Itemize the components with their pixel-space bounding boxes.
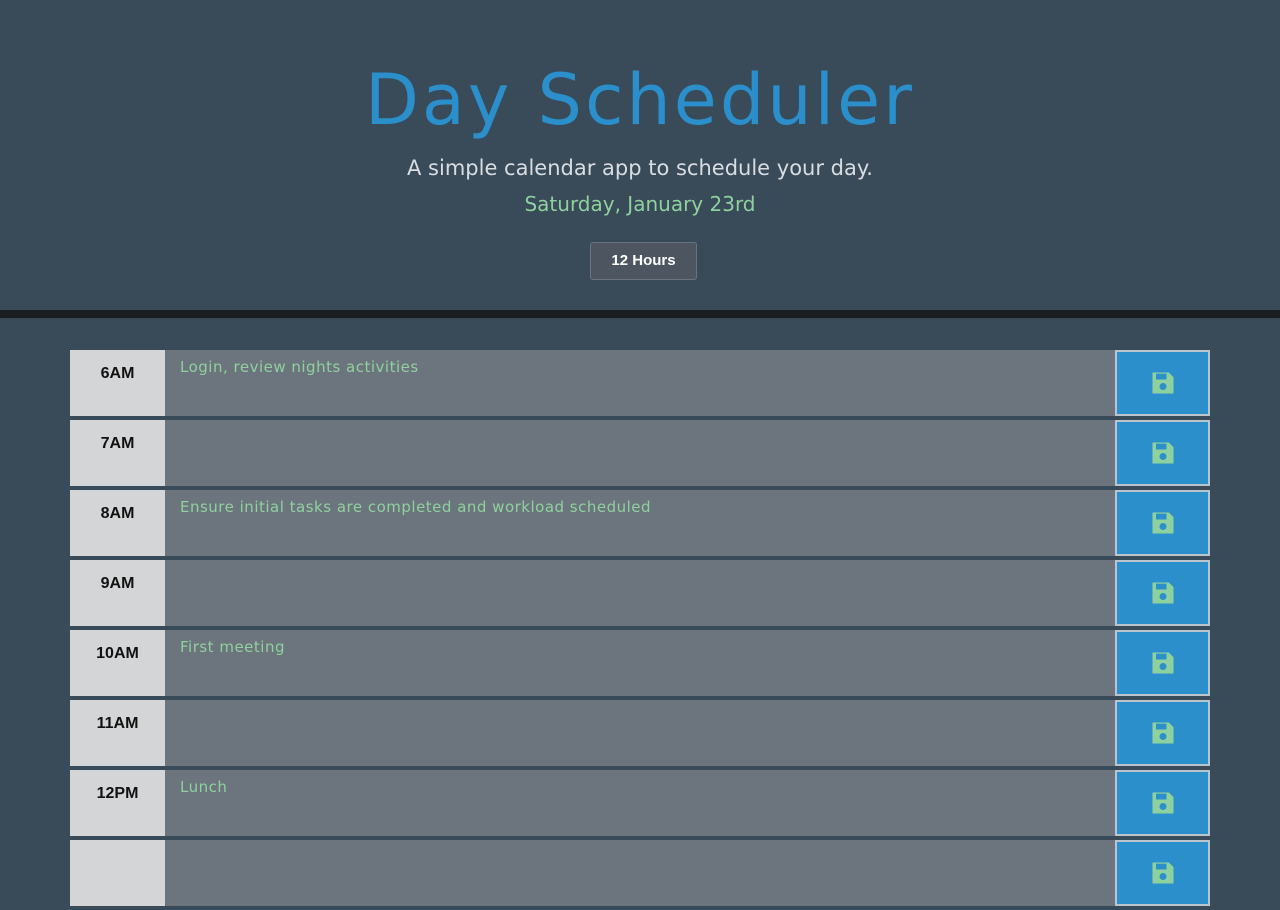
- save-button[interactable]: [1115, 840, 1210, 906]
- save-icon: [1149, 509, 1177, 537]
- save-icon: [1149, 859, 1177, 887]
- time-block: 10AM First meeting: [70, 630, 1210, 696]
- save-icon: [1149, 579, 1177, 607]
- task-textarea[interactable]: Ensure initial tasks are completed and w…: [165, 490, 1115, 556]
- save-icon: [1149, 439, 1177, 467]
- save-icon: [1149, 369, 1177, 397]
- hour-label: 11AM: [70, 700, 165, 766]
- hour-label: 7AM: [70, 420, 165, 486]
- time-block: 8AM Ensure initial tasks are completed a…: [70, 490, 1210, 556]
- task-textarea[interactable]: [165, 420, 1115, 486]
- task-textarea[interactable]: [165, 560, 1115, 626]
- time-block: 9AM: [70, 560, 1210, 626]
- save-button[interactable]: [1115, 770, 1210, 836]
- save-button[interactable]: [1115, 560, 1210, 626]
- save-icon: [1149, 719, 1177, 747]
- save-button[interactable]: [1115, 490, 1210, 556]
- save-button[interactable]: [1115, 700, 1210, 766]
- page-subtitle: A simple calendar app to schedule your d…: [407, 156, 873, 180]
- current-date: Saturday, January 23rd: [524, 192, 756, 216]
- save-icon: [1149, 649, 1177, 677]
- hour-format-toggle-button[interactable]: 12 Hours: [590, 242, 697, 280]
- task-textarea[interactable]: [165, 700, 1115, 766]
- hour-label: 10AM: [70, 630, 165, 696]
- hour-label: 12PM: [70, 770, 165, 836]
- save-icon: [1149, 789, 1177, 817]
- schedule-list: 6AM Login, review nights activities 7AM …: [70, 350, 1210, 910]
- save-button[interactable]: [1115, 420, 1210, 486]
- time-block: 12PM Lunch: [70, 770, 1210, 836]
- time-block: [70, 840, 1210, 906]
- header-divider: [0, 310, 1280, 318]
- save-button[interactable]: [1115, 350, 1210, 416]
- time-block: 11AM: [70, 700, 1210, 766]
- hour-label: 9AM: [70, 560, 165, 626]
- page-title: Day Scheduler: [365, 59, 915, 141]
- hour-label: 6AM: [70, 350, 165, 416]
- task-textarea[interactable]: First meeting: [165, 630, 1115, 696]
- hour-label: [70, 840, 165, 906]
- task-textarea[interactable]: Login, review nights activities: [165, 350, 1115, 416]
- hour-label: 8AM: [70, 490, 165, 556]
- time-block: 6AM Login, review nights activities: [70, 350, 1210, 416]
- page-header: Day Scheduler A simple calendar app to s…: [0, 0, 1280, 310]
- time-block: 7AM: [70, 420, 1210, 486]
- save-button[interactable]: [1115, 630, 1210, 696]
- task-textarea[interactable]: Lunch: [165, 770, 1115, 836]
- task-textarea[interactable]: [165, 840, 1115, 906]
